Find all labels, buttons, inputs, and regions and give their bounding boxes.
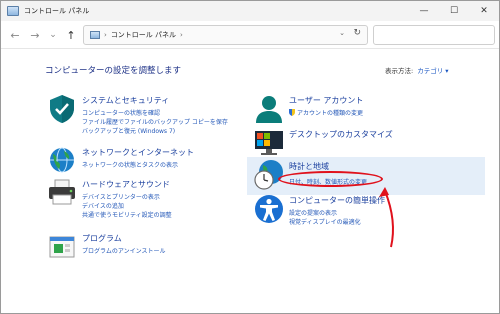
breadcrumb-control-panel[interactable]: コントロール パネル (111, 30, 176, 40)
desktop-icon (255, 131, 283, 155)
clock-globe-icon (254, 160, 283, 190)
page-heading: コンピューターの設定を調整します (45, 66, 182, 76)
control-panel-window: コントロール パネル — ☐ ✕ ← → ⌄ ↑ › コントロール パネル › … (0, 0, 500, 314)
category-title[interactable]: システムとセキュリティ (82, 95, 169, 106)
address-dropdown-icon[interactable]: ⌄ (339, 29, 345, 37)
category-title[interactable]: ネットワークとインターネット (82, 147, 194, 158)
navigation-bar: ← → ⌄ ↑ › コントロール パネル › ⌄ ↻ (1, 21, 499, 49)
title-bar: コントロール パネル — ☐ ✕ (1, 1, 499, 21)
link-optimize-visual-display[interactable]: 視覚ディスプレイの最適化 (289, 217, 361, 226)
view-by: 表示方法: カテゴリ ▾ (385, 65, 449, 75)
control-panel-icon (7, 6, 19, 16)
category-title[interactable]: プログラム (82, 233, 122, 244)
link-uninstall-program[interactable]: プログラムのアンインストール (82, 246, 165, 255)
forward-button[interactable]: → (27, 27, 43, 43)
window-controls: — ☐ ✕ (409, 1, 499, 21)
back-button[interactable]: ← (7, 27, 23, 43)
shield-icon (50, 95, 74, 123)
link-add-device[interactable]: デバイスの追加 (82, 201, 124, 210)
programs-icon (49, 236, 75, 258)
minimize-button[interactable]: — (409, 1, 439, 21)
user-icon (256, 96, 282, 123)
printer-icon (49, 179, 75, 205)
address-bar[interactable]: › コントロール パネル › ⌄ ↻ (83, 25, 368, 45)
link-devices-printers[interactable]: デバイスとプリンターの表示 (82, 192, 160, 201)
close-button[interactable]: ✕ (469, 1, 499, 21)
search-input[interactable] (373, 25, 495, 45)
refresh-button[interactable]: ↻ (353, 28, 361, 38)
link-file-history[interactable]: ファイル履歴でファイルのバックアップ コピーを保存 (82, 117, 228, 126)
recent-locations-button[interactable]: ⌄ (45, 27, 61, 43)
window-title: コントロール パネル (24, 7, 90, 15)
view-by-dropdown[interactable]: カテゴリ ▾ (417, 67, 448, 75)
maximize-button[interactable]: ☐ (439, 1, 469, 21)
view-by-label: 表示方法: (385, 67, 414, 75)
link-network-status[interactable]: ネットワークの状態とタスクの表示 (82, 160, 178, 169)
link-mobility-settings[interactable]: 共通で使うモビリティ設定の調整 (82, 210, 172, 219)
annotation-arrow-icon (379, 187, 394, 248)
up-button[interactable]: ↑ (63, 27, 79, 43)
control-panel-small-icon (90, 31, 100, 39)
link-backup-restore[interactable]: バックアップと復元 (Windows 7) (82, 126, 175, 135)
link-settings-suggestions[interactable]: 設定の提案の表示 (289, 208, 337, 217)
category-title[interactable]: デスクトップのカスタマイズ (289, 129, 393, 140)
category-title[interactable]: ハードウェアとサウンド (82, 179, 170, 190)
annotation-highlight-ellipse (278, 171, 383, 187)
accessibility-icon (255, 195, 283, 223)
uac-shield-icon (289, 109, 295, 116)
link-check-status[interactable]: コンピューターの状態を確認 (82, 108, 160, 117)
breadcrumb-separator-icon: › (104, 31, 107, 39)
link-change-account-type[interactable]: アカウントの種類の変更 (297, 108, 363, 117)
breadcrumb-chevron-icon[interactable]: › (180, 31, 183, 39)
network-icon (50, 147, 74, 173)
category-title[interactable]: ユーザー アカウント (289, 95, 363, 106)
